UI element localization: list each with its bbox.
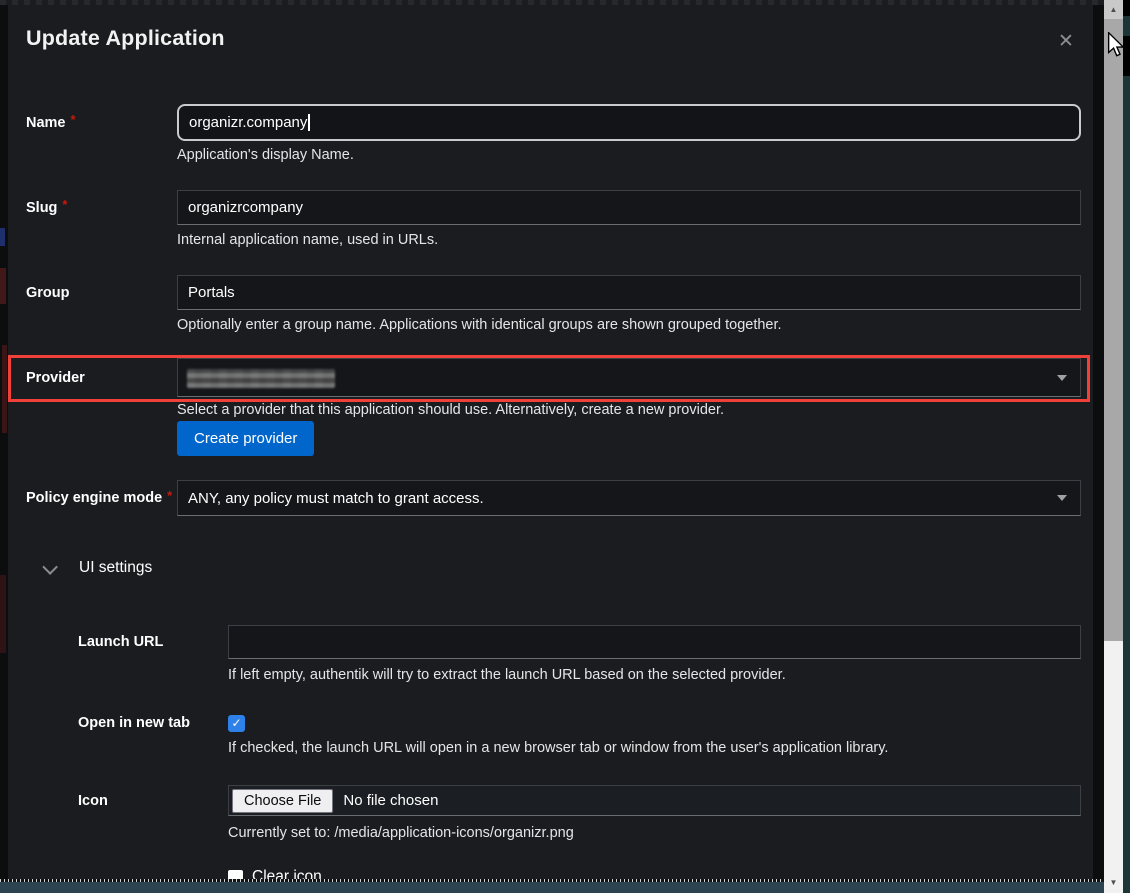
name-label: Name* [26,104,177,141]
group-label: Group [26,275,177,310]
open-new-tab-help: If checked, the launch URL will open in … [228,740,888,756]
file-status-text: No file chosen [343,792,438,809]
open-new-tab-label: Open in new tab [78,708,228,738]
provider-help: Select a provider that this application … [177,402,724,418]
open-new-tab-checkbox[interactable]: ✓ [228,715,245,732]
page-title: Update Application [26,26,225,51]
required-marker: * [62,197,67,212]
required-marker: * [167,488,172,503]
backdrop-fragment [0,228,5,246]
icon-row: Icon Choose File No file chosen [78,785,1081,816]
close-icon[interactable]: ✕ [1054,29,1078,53]
choose-file-button[interactable]: Choose File [232,789,333,813]
edge-patch [1123,0,1130,16]
slug-help: Internal application name, used in URLs. [177,232,438,248]
required-marker: * [71,112,76,127]
launch-url-row: Launch URL [78,625,1081,659]
icon-help: Currently set to: /media/application-ico… [228,825,574,841]
launch-url-help: If left empty, authentik will try to ext… [228,667,786,683]
launch-url-label: Launch URL [78,625,228,659]
open-new-tab-row: Open in new tab ✓ [78,708,1081,738]
backdrop-fragment [2,345,7,433]
group-help: Optionally enter a group name. Applicati… [177,317,782,333]
section-label: UI settings [79,559,152,577]
update-application-modal: Update Application ✕ Name* organizr.comp… [8,5,1093,881]
create-provider-button[interactable]: Create provider [177,421,314,456]
slug-row: Slug* organizrcompany [26,190,1081,225]
group-row: Group Portals [26,275,1081,310]
group-input[interactable]: Portals [177,275,1081,310]
checkmark-icon: ✓ [231,716,241,730]
window-right-edge [1123,0,1130,893]
edge-patch [1123,36,1130,76]
name-input[interactable]: organizr.company [177,104,1081,141]
scroll-down-icon[interactable]: ▼ [1104,873,1123,892]
slug-input[interactable]: organizrcompany [177,190,1081,225]
provider-select[interactable] [177,358,1081,397]
chevron-down-icon [1057,375,1067,381]
redacted-provider-value [187,369,335,388]
page-bottom-strip [0,882,1104,893]
slug-label: Slug* [26,190,177,225]
icon-label: Icon [78,785,228,816]
backdrop-fragment [0,575,6,653]
icon-file-input[interactable]: Choose File No file chosen [228,785,1081,816]
launch-url-input[interactable] [228,625,1081,659]
name-row: Name* organizr.company [26,104,1081,141]
ui-settings-section-toggle[interactable]: UI settings [46,556,152,580]
text-cursor [308,114,310,131]
modal-top-edge [0,0,1104,5]
name-help: Application's display Name. [177,147,354,163]
scroll-up-icon[interactable]: ▲ [1104,0,1123,19]
chevron-down-icon [42,559,58,575]
provider-row: Provider [26,358,1081,397]
policy-engine-select[interactable]: ANY, any policy must match to grant acce… [177,480,1081,516]
scrollbar-thumb[interactable] [1104,19,1123,641]
policy-engine-row: Policy engine mode* ANY, any policy must… [26,480,1081,516]
scrollbar[interactable]: ▲ ▼ [1104,0,1123,893]
provider-label: Provider [26,358,177,397]
chevron-down-icon [1057,495,1067,501]
backdrop-fragment [0,268,6,304]
policy-engine-label: Policy engine mode* [26,480,177,516]
